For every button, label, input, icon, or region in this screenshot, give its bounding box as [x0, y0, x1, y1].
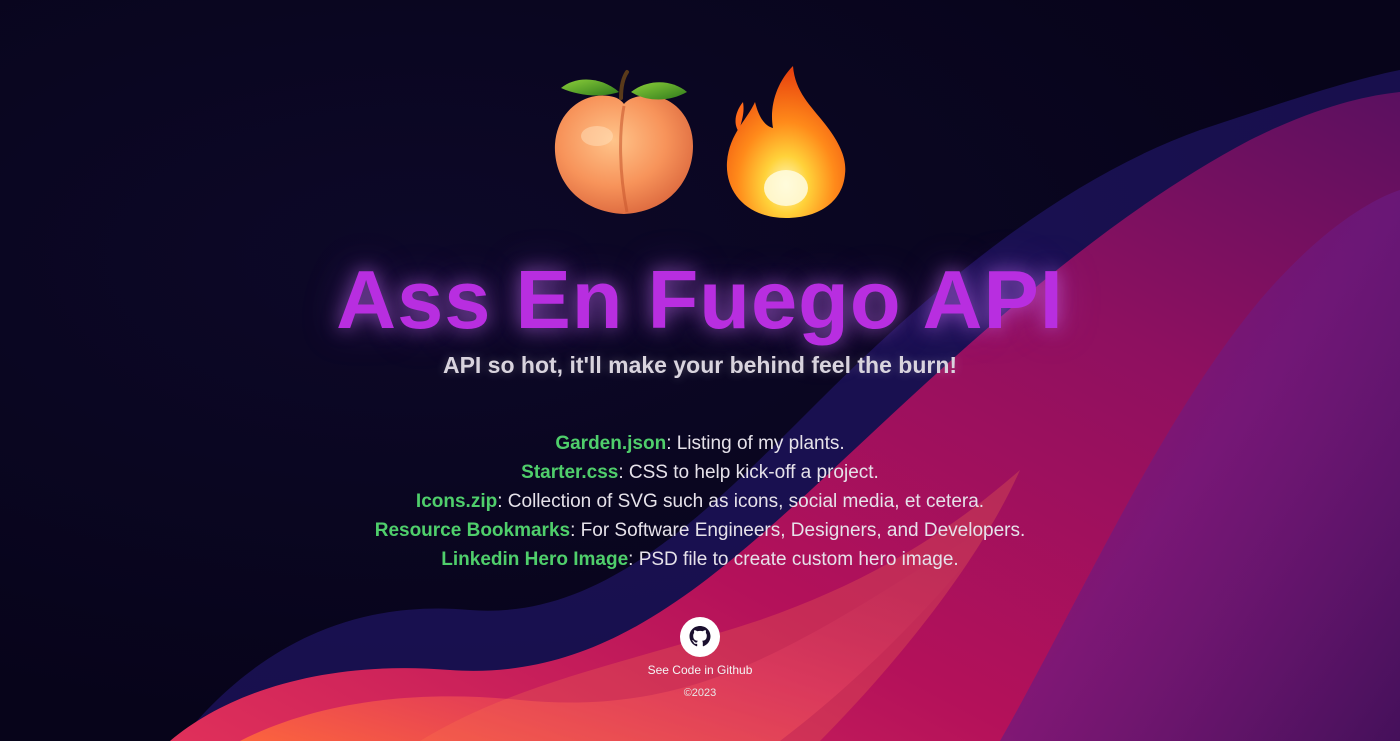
github-icon: [689, 626, 711, 647]
footer: See Code in Github ©2023: [0, 617, 1400, 699]
list-item: Starter.css: CSS to help kick-off a proj…: [0, 458, 1400, 487]
page-title: Ass En Fuego API: [336, 253, 1064, 346]
fire-icon: [726, 66, 846, 218]
resource-list: Garden.json: Listing of my plants. Start…: [0, 429, 1400, 574]
hero-emojis: [0, 62, 1400, 222]
resource-description: : For Software Engineers, Designers, and…: [570, 520, 1026, 541]
list-item: Resource Bookmarks: For Software Enginee…: [0, 516, 1400, 545]
resource-link-starter[interactable]: Starter.css: [521, 462, 618, 483]
page-subtitle: API so hot, it'll make your behind feel …: [442, 352, 958, 378]
resource-description: : CSS to help kick-off a project.: [618, 462, 879, 483]
resource-link-icons[interactable]: Icons.zip: [416, 491, 497, 512]
resource-description: : PSD file to create custom hero image.: [628, 549, 959, 570]
main-content: Ass En Fuego API API so hot, it'll make …: [0, 0, 1400, 741]
resource-link-garden[interactable]: Garden.json: [555, 433, 666, 454]
list-item: Garden.json: Listing of my plants.: [0, 429, 1400, 458]
copyright: ©2023: [683, 687, 717, 699]
resource-link-bookmarks[interactable]: Resource Bookmarks: [375, 520, 570, 541]
github-label[interactable]: See Code in Github: [648, 663, 753, 677]
resource-description: : Listing of my plants.: [666, 433, 845, 454]
page-background: Ass En Fuego API API so hot, it'll make …: [0, 0, 1400, 741]
resource-description: : Collection of SVG such as icons, socia…: [497, 491, 985, 512]
github-link[interactable]: See Code in Github: [648, 617, 753, 677]
list-item: Linkedin Hero Image: PSD file to create …: [0, 545, 1400, 574]
peach-icon: [554, 70, 693, 214]
resource-link-linkedin-hero[interactable]: Linkedin Hero Image: [441, 549, 628, 570]
github-badge[interactable]: [680, 617, 720, 657]
list-item: Icons.zip: Collection of SVG such as ico…: [0, 487, 1400, 516]
